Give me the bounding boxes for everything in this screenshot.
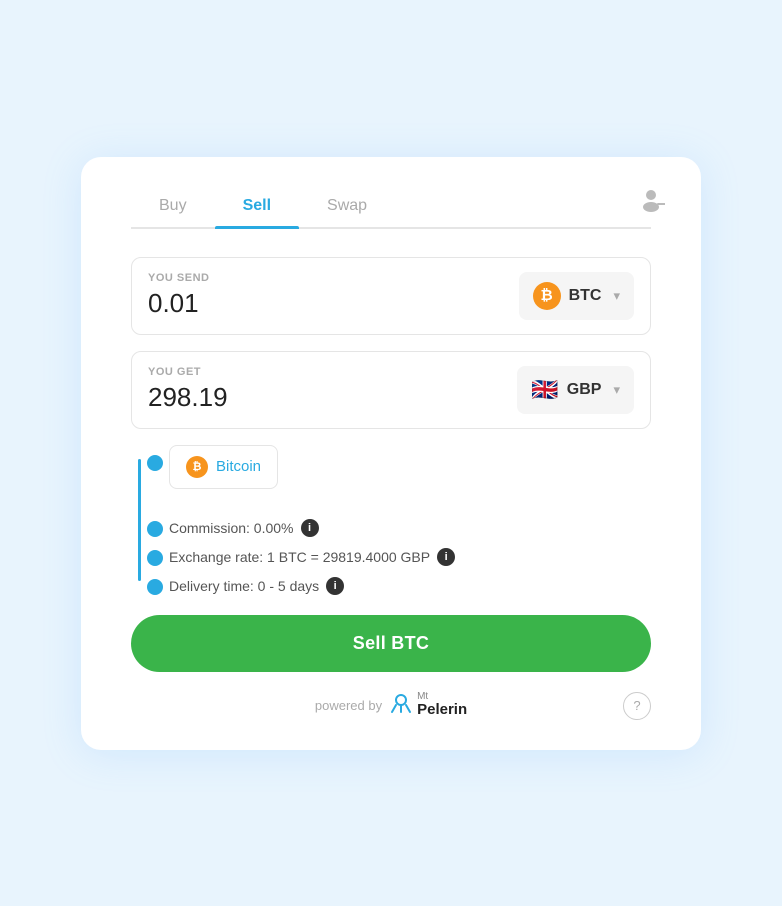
delivery-time-row: Delivery time: 0 - 5 days i: [147, 577, 651, 595]
send-label: YOU SEND: [148, 272, 519, 284]
commission-info-icon[interactable]: i: [301, 519, 319, 537]
get-currency-selector[interactable]: 🇬🇧 GBP ▾: [517, 366, 634, 414]
pelerin-text: Mt Pelerin: [417, 692, 467, 719]
powered-by-text: powered by: [315, 698, 382, 713]
dot-1: [147, 455, 163, 471]
bitcoin-suggestion[interactable]: ₿ Bitcoin: [169, 445, 278, 489]
tab-buy[interactable]: Buy: [131, 187, 215, 227]
vertical-line: [138, 459, 141, 581]
exchange-info-icon[interactable]: i: [437, 548, 455, 566]
commission-row: Commission: 0.00% i: [147, 519, 651, 537]
delivery-info: Delivery time: 0 - 5 days i: [169, 577, 651, 595]
get-input-area: YOU GET 298.19: [148, 366, 517, 413]
get-section: YOU GET 298.19 🇬🇧 GBP ▾: [131, 351, 651, 429]
help-button[interactable]: ?: [623, 692, 651, 720]
send-input-area: YOU SEND 0.01: [148, 272, 519, 319]
commission-text: Commission: 0.00%: [169, 520, 294, 536]
exchange-rate-row: Exchange rate: 1 BTC = 29819.4000 GBP i: [147, 548, 651, 566]
delivery-info-icon[interactable]: i: [326, 577, 344, 595]
exchange-rate-info: Exchange rate: 1 BTC = 29819.4000 GBP i: [169, 548, 651, 566]
sell-button[interactable]: Sell BTC: [131, 615, 651, 672]
dot-2: [147, 521, 163, 537]
footer: powered by Mt Pelerin ?: [131, 692, 651, 720]
pelerin-icon: [390, 692, 412, 720]
pelerin-logo: Mt Pelerin: [390, 692, 467, 720]
user-icon[interactable]: [637, 185, 665, 218]
delivery-text: Delivery time: 0 - 5 days: [169, 578, 319, 594]
get-currency-label: GBP: [567, 381, 602, 399]
send-currency-selector[interactable]: ₿ BTC ▾: [519, 272, 634, 320]
send-currency-label: BTC: [569, 287, 602, 305]
get-value[interactable]: 298.19: [148, 382, 517, 413]
bitcoin-label: Bitcoin: [216, 458, 261, 475]
gbp-flag-icon: 🇬🇧: [531, 376, 559, 404]
main-card: Buy Sell Swap YOU SEND 0.01 ₿ BTC ▾ YOU …: [81, 157, 701, 750]
tab-swap[interactable]: Swap: [299, 187, 395, 227]
send-value[interactable]: 0.01: [148, 288, 519, 319]
bitcoin-suggestion-row: ₿ Bitcoin: [147, 445, 651, 505]
dot-3: [147, 550, 163, 566]
send-dropdown-arrow: ▾: [613, 288, 620, 304]
info-section: ₿ Bitcoin Commission: 0.00% i Exchange r…: [131, 445, 651, 595]
get-label: YOU GET: [148, 366, 517, 378]
exchange-rate-text: Exchange rate: 1 BTC = 29819.4000 GBP: [169, 549, 430, 565]
dot-4: [147, 579, 163, 595]
btc-icon: ₿: [533, 282, 561, 310]
get-dropdown-arrow: ▾: [613, 382, 620, 398]
send-section: YOU SEND 0.01 ₿ BTC ▾: [131, 257, 651, 335]
btc-small-icon: ₿: [186, 456, 208, 478]
commission-info: Commission: 0.00% i: [169, 519, 651, 537]
tabs: Buy Sell Swap: [131, 187, 651, 229]
tab-sell[interactable]: Sell: [215, 187, 299, 227]
